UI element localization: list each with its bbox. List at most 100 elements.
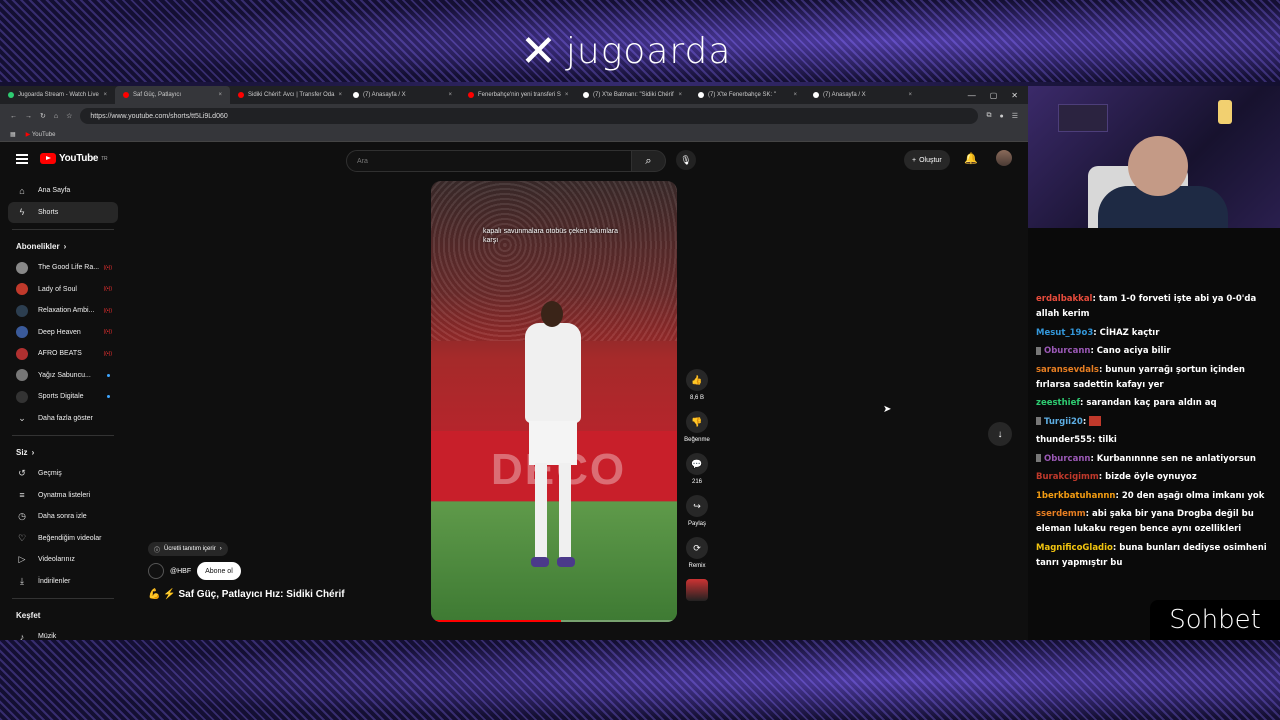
paid-promotion-badge[interactable]: ⓘ Ücretli tanıtım içerir ›	[148, 542, 228, 556]
sidebar-item[interactable]: Deep Heaven ((•))	[0, 322, 126, 344]
close-icon[interactable]: ×	[448, 92, 452, 98]
chat-username[interactable]: Oburcann	[1044, 346, 1090, 356]
extensions-icon[interactable]: ⧉	[986, 112, 991, 120]
chat-username[interactable]: zeesthief	[1036, 398, 1080, 408]
sidebar-item-label: The Good Life Ra...	[38, 264, 100, 272]
comment-icon[interactable]: 💬	[686, 453, 708, 475]
close-icon[interactable]: ×	[218, 92, 222, 98]
sidebar-item[interactable]: ≡ Oynatma listeleri	[0, 485, 126, 507]
channel-avatar	[16, 390, 28, 403]
search-icon[interactable]: ⌕	[632, 150, 666, 172]
chat-username[interactable]: Turgii20	[1044, 417, 1083, 427]
sidebar-item[interactable]: ⌂ Ana Sayfa	[0, 180, 126, 202]
channel-avatar	[16, 369, 28, 382]
sidebar-item[interactable]: ⤓ İndirilenler	[0, 571, 126, 593]
create-button[interactable]: + Oluştur	[904, 150, 950, 170]
account-avatar[interactable]	[996, 150, 1012, 166]
chat-username[interactable]: 1berkbatuhannn	[1036, 491, 1115, 501]
browser-window: Jugoarda Stream - Watch Live × Saf Güç, Pa…	[0, 86, 1028, 640]
chat-username[interactable]: Oburcann	[1044, 454, 1090, 464]
paid-label: Ücretli tanıtım içerir	[164, 546, 216, 552]
dislike-icon[interactable]: 👎	[686, 411, 708, 433]
close-icon[interactable]: ×	[908, 92, 912, 98]
short-video-player[interactable]: DECO kapalı savunmalara otobüs çeken tak…	[431, 181, 677, 622]
sidebar-item[interactable]: The Good Life Ra... ((•))	[0, 257, 126, 279]
forward-icon[interactable]: →	[25, 113, 32, 120]
tab-label: Fenerbahçe'nin yeni transferi S	[478, 92, 561, 98]
sidebar-item[interactable]: ↺ Geçmiş	[0, 463, 126, 485]
share-icon[interactable]: ↪	[686, 495, 708, 517]
sidebar-section-header[interactable]: Abonelikler ›	[0, 236, 126, 257]
sidebar-item-label: Videolarınız	[38, 556, 75, 564]
sidebar-item-label: Shorts	[38, 208, 59, 216]
sidebar-item[interactable]: Relaxation Ambi... ((•))	[0, 300, 126, 322]
sidebar-item[interactable]: Lady of Soul ((•))	[0, 279, 126, 301]
chat-username[interactable]: MagnificoGladio	[1036, 543, 1113, 553]
chevron-down-icon: ⌄	[18, 412, 26, 423]
close-icon[interactable]: ×	[793, 92, 797, 98]
chat-username[interactable]: Burakcigimm	[1036, 472, 1099, 482]
youtube-logo[interactable]: YouTube TR	[40, 153, 108, 164]
browser-menu-icon[interactable]: ☰	[1012, 112, 1018, 120]
apps-icon[interactable]: ▦	[10, 131, 16, 138]
microphone-icon[interactable]: 🎙	[676, 150, 696, 170]
profile-icon[interactable]: ●	[999, 113, 1003, 120]
video-caption: kapalı savunmalara otobüs çeken takımlar…	[483, 228, 619, 244]
like-icon[interactable]: 👍	[686, 369, 708, 391]
sidebar-section-header[interactable]: Siz ›	[0, 442, 126, 463]
sidebar-item-label: İndirilenler	[38, 577, 71, 585]
browser-tab[interactable]: (7) Anasayfa / X ×	[345, 86, 460, 104]
sidebar-item[interactable]: ⌄ Daha fazla göster	[0, 408, 126, 430]
search-input[interactable]	[346, 150, 632, 172]
url-field[interactable]: https://www.youtube.com/shorts/tt5Li9Ld0…	[80, 108, 979, 124]
next-short-arrow-icon[interactable]: ↓	[988, 422, 1012, 446]
home-icon[interactable]: ⌂	[54, 113, 58, 120]
tab-favicon-icon	[238, 92, 244, 98]
channel-avatar[interactable]	[148, 563, 164, 579]
sidebar-item[interactable]: Sports Digitale	[0, 386, 126, 408]
sidebar-section-header[interactable]: Keşfet	[0, 605, 126, 626]
close-icon[interactable]: ×	[103, 92, 107, 98]
bookmark-icon[interactable]: ☆	[66, 112, 72, 120]
browser-tab[interactable]: (7) Anasayfa / X ×	[805, 86, 920, 104]
reload-icon[interactable]: ↻	[40, 112, 46, 120]
remix-icon[interactable]: ⟳	[686, 537, 708, 559]
chat-username[interactable]: Mesut_19o3	[1036, 328, 1093, 338]
close-window-icon[interactable]: ✕	[1011, 91, 1018, 100]
close-icon[interactable]: ×	[338, 92, 342, 98]
browser-tab[interactable]: Jugoarda Stream - Watch Live ×	[0, 86, 115, 104]
sidebar-item[interactable]: ♡ Beğendiğim videolar	[0, 528, 126, 550]
chevron-right-icon: ›	[219, 546, 222, 552]
bookmark-youtube[interactable]: ▶ YouTube	[26, 131, 56, 138]
sidebar-item[interactable]: ◷ Daha sonra izle	[0, 506, 126, 528]
channel-name[interactable]: @HBF	[170, 568, 191, 575]
audio-thumbnail[interactable]	[686, 579, 708, 601]
sidebar-item-label: Daha sonra izle	[38, 513, 87, 521]
sidebar-item[interactable]: Yağız Sabuncu...	[0, 365, 126, 387]
subscribe-button[interactable]: Abone ol	[197, 562, 241, 580]
back-icon[interactable]: ←	[10, 113, 17, 120]
video-progress-bar[interactable]	[431, 620, 677, 622]
browser-tab[interactable]: (7) X'te Batmanı: "Sidiki Chérif ×	[575, 86, 690, 104]
webcam-feed	[1028, 86, 1280, 228]
chat-username[interactable]: saransevdals	[1036, 365, 1099, 375]
sidebar-item[interactable]: ▷ Videolarınız	[0, 549, 126, 571]
chat-username[interactable]: sserdemm	[1036, 509, 1086, 519]
sidebar-item[interactable]: AFRO BEATS ((•))	[0, 343, 126, 365]
sidebar-item[interactable]: ♪ Müzik	[0, 626, 126, 640]
browser-tab[interactable]: Fenerbahçe'nin yeni transferi S ×	[460, 86, 575, 104]
channel-avatar	[16, 304, 28, 317]
notifications-bell-icon[interactable]: 🔔	[964, 152, 978, 165]
browser-tab[interactable]: Saf Güç, Patlayıcı ×	[115, 86, 230, 104]
close-icon[interactable]: ×	[565, 92, 569, 98]
channel-avatar	[16, 326, 28, 339]
browser-tab[interactable]: Sidiki Chérif: Avcı | Transfer Oda ×	[230, 86, 345, 104]
chat-username[interactable]: erdalbakkal	[1036, 294, 1092, 304]
minimize-icon[interactable]: —	[968, 91, 976, 100]
chat-username[interactable]: thunder555	[1036, 435, 1092, 445]
sidebar-item[interactable]: ϟ Shorts	[8, 201, 118, 223]
maximize-icon[interactable]: ▢	[990, 91, 998, 100]
browser-tab[interactable]: (7) X'te Fenerbahçe SK: " ×	[690, 86, 805, 104]
hamburger-menu-icon[interactable]	[16, 154, 28, 164]
close-icon[interactable]: ×	[678, 92, 682, 98]
